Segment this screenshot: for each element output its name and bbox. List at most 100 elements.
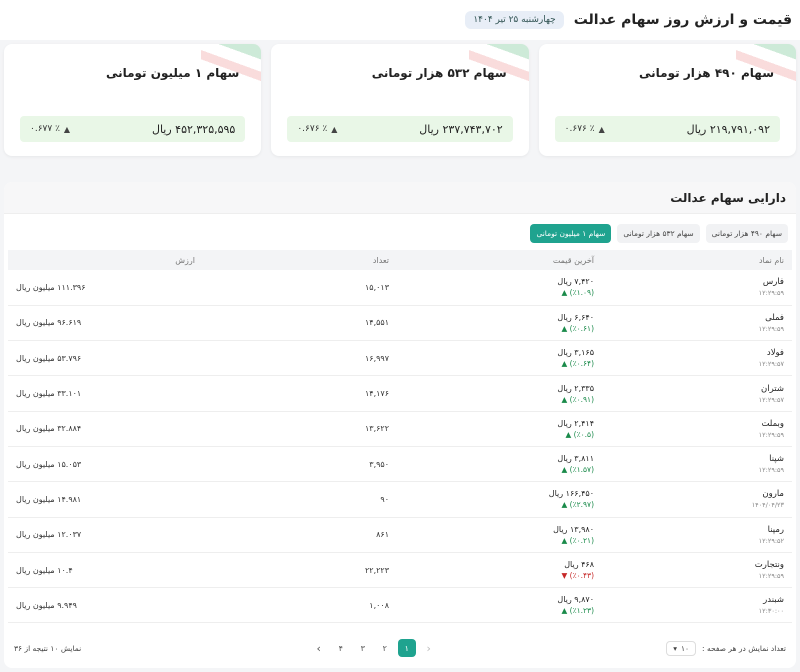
card-532[interactable]: سهام ۵۳۲ هزار تومانی ۲۳۷,۷۴۳,۷۰۲ ریال ▲ … (271, 44, 529, 156)
card-change-value: ٪ ۰.۶۷۶ (297, 124, 328, 134)
symbol-time: ۱۲:۳۰:۰۰ (758, 607, 784, 616)
card-1m[interactable]: سهام ۱ میلیون تومانی ۴۵۲,۳۲۵,۵۹۵ ریال ▲ … (4, 44, 262, 156)
value-cell: ۱۵.۰۵۳ میلیون ریال (8, 446, 207, 483)
card-price: ۴۵۲,۳۲۵,۵۹۵ ریال (151, 122, 236, 136)
up-arrow-icon: ▲ (598, 124, 605, 134)
symbol-cell: وبملت ۱۲:۲۹:۵۹ (602, 411, 792, 447)
header-price[interactable]: آخرین قیمت (397, 250, 602, 270)
tab-1m[interactable]: سهام ۱ میلیون تومانی (530, 224, 612, 243)
page-button[interactable]: ۴ (332, 639, 350, 657)
table-row[interactable]: شبندر ۱۲:۳۰:۰۰ ۹,۸۷۰ ریال (٪۱.۲۳) ▲ ۱,۰۰۸ ۹.۹… (8, 587, 792, 624)
value-cell: ۵۳.۷۹۶ میلیون ریال (8, 340, 207, 377)
card-title: سهام ۴۹۰ هزار تومانی (639, 66, 774, 80)
symbol-name[interactable]: رمپنا (610, 525, 784, 535)
symbol-cell: ونتجارت ۱۲:۲۹:۵۹ (602, 552, 792, 589)
card-price: ۲۳۷,۷۴۳,۷۰۲ ریال (419, 122, 503, 136)
table-row[interactable]: مارون ۱۴۰۴/۰۴/۲۳ ۱۶۶,۴۵۰ ریال (٪۲.۹۷) ▲ ۹۰ ۱۴… (8, 481, 792, 518)
page-button[interactable]: ۳ (354, 639, 372, 657)
page-button-active[interactable]: ۱ (397, 639, 416, 657)
symbol-name[interactable]: فارس (610, 277, 784, 287)
header-count[interactable]: تعداد (207, 250, 397, 270)
symbol-cell: شتران ۱۲:۲۹:۵۷ (602, 375, 792, 412)
card-change: ▲ ٪ ۰.۶۷۶ (297, 124, 337, 134)
price-change: (٪۰.۴۳) ▼ (561, 571, 594, 581)
page-button[interactable]: ۲ (376, 639, 394, 657)
price-change: (٪۱.۵۷) ▲ (561, 465, 594, 475)
table-row[interactable]: فولاد ۱۲:۲۹:۵۷ ۳,۱۶۵ ریال (٪۰.۶۴) ▲ ۱۶,۹۹۷ ۵۳… (8, 340, 792, 377)
count-cell: ۲۲,۲۲۳ (207, 552, 397, 589)
symbol-name[interactable]: فولاد (610, 348, 784, 358)
price-cell: ۲,۳۳۵ ریال (٪۰.۹۱) ▲ (397, 375, 602, 412)
last-price: ۶,۶۴۰ ریال (557, 312, 594, 322)
header-name[interactable]: نام نماد (602, 250, 792, 270)
prev-page-button[interactable]: › (420, 639, 438, 657)
count-cell: ۸۶۱ (207, 517, 397, 553)
last-price: ۱۶۶,۴۵۰ ریال (548, 489, 594, 499)
card-change: ▲ ٪ ۰.۶۷۷ (30, 124, 70, 134)
table-row[interactable]: وبملت ۱۲:۲۹:۵۹ ۲,۴۱۴ ریال (٪۰.۵) ▲ ۱۳,۶۲۲ ۳۲.… (8, 411, 792, 447)
table-row[interactable]: شپنا ۱۲:۲۹:۵۹ ۳,۸۱۱ ریال (٪۱.۵۷) ▲ ۳,۹۵۰ ۱۵.۰… (8, 446, 792, 483)
symbol-name[interactable]: شپنا (610, 454, 784, 464)
card-490[interactable]: سهام ۴۹۰ هزار تومانی ۲۱۹,۷۹۱,۰۹۲ ریال ▲ … (538, 44, 796, 156)
up-arrow-icon: ▲ (63, 124, 71, 134)
date-badge: چهارشنبه ۲۵ تیر ۱۴۰۴ (465, 11, 564, 29)
count-cell: ۹۰ (207, 481, 397, 518)
card-change-value: ٪ ۰.۶۷۷ (30, 124, 60, 134)
table-row[interactable]: فارس ۱۲:۲۹:۵۹ ۷,۴۲۰ ریال (٪۱.۰۹) ▲ ۱۵,۰۱۳ ۱۱۱… (8, 270, 792, 306)
symbol-cell: فملی ۱۲:۲۹:۵۹ (602, 305, 792, 342)
price-cell: ۹,۸۷۰ ریال (٪۱.۲۳) ▲ (397, 587, 602, 624)
price-change: (٪۰.۶۱) ▲ (561, 323, 594, 333)
value-cell: ۱۰.۴ میلیون ریال (8, 552, 207, 589)
card-change: ▲ ٪ ۰.۶۷۶ (565, 124, 605, 134)
symbol-cell: فولاد ۱۲:۲۹:۵۷ (602, 340, 792, 377)
section-header: دارایی سهام عدالت (4, 182, 796, 214)
symbol-name[interactable]: وبملت (610, 419, 784, 429)
value-cell: ۹.۹۴۹ میلیون ریال (8, 587, 207, 624)
table-header-row: نام نماد آخرین قیمت تعداد ارزش (8, 250, 792, 270)
price-cards: سهام ۴۹۰ هزار تومانی ۲۱۹,۷۹۱,۰۹۲ ریال ▲ … (4, 44, 796, 156)
price-cell: ۴۶۸ ریال (٪۰.۴۳) ▼ (397, 552, 602, 589)
price-cell: ۳,۱۶۵ ریال (٪۰.۶۴) ▲ (397, 340, 602, 377)
symbol-cell: شپنا ۱۲:۲۹:۵۹ (602, 446, 792, 483)
table-row[interactable]: فملی ۱۲:۲۹:۵۹ ۶,۶۴۰ ریال (٪۰.۶۱) ▲ ۱۴,۵۵۱ ۹۶.… (8, 305, 792, 342)
symbol-cell: رمپنا ۱۲:۲۹:۵۲ (602, 517, 792, 553)
count-cell: ۱۴,۱۷۶ (207, 375, 397, 412)
card-price-strip: ۴۵۲,۳۲۵,۵۹۵ ریال ▲ ٪ ۰.۶۷۷ (20, 116, 246, 142)
price-change: (٪۱.۰۹) ▲ (561, 288, 594, 298)
symbol-name[interactable]: مارون (610, 489, 784, 499)
value-cell: ۱۱۱.۳۹۶ میلیون ریال (8, 270, 207, 306)
symbol-name[interactable]: شبندر (610, 595, 784, 605)
last-price: ۱۳,۹۸۰ ریال (553, 524, 594, 534)
symbol-time: ۱۲:۲۹:۵۹ (758, 324, 784, 333)
value-cell: ۳۲.۸۸۴ میلیون ریال (8, 411, 207, 447)
table-row[interactable]: شتران ۱۲:۲۹:۵۷ ۲,۳۳۵ ریال (٪۰.۹۱) ▲ ۱۴,۱۷۶ ۳۳… (8, 375, 792, 412)
symbol-name[interactable]: ونتجارت (610, 560, 784, 570)
symbol-time: ۱۲:۲۹:۵۹ (758, 572, 784, 581)
table-body: فارس ۱۲:۲۹:۵۹ ۷,۴۲۰ ریال (٪۱.۰۹) ▲ ۱۵,۰۱۳ ۱۱۱… (8, 270, 792, 624)
count-cell: ۱۳,۶۲۲ (207, 411, 397, 447)
value-cell: ۱۲.۰۳۷ میلیون ریال (8, 517, 207, 553)
symbol-time: ۱۲:۲۹:۵۹ (758, 430, 784, 439)
card-price-strip: ۲۱۹,۷۹۱,۰۹۲ ریال ▲ ٪ ۰.۶۷۶ (554, 116, 780, 142)
table-row[interactable]: رمپنا ۱۲:۲۹:۵۲ ۱۳,۹۸۰ ریال (٪۰.۲۱) ▲ ۸۶۱ ۱۲.۰… (8, 517, 792, 553)
symbol-name[interactable]: فملی (610, 313, 784, 323)
count-cell: ۱۶,۹۹۷ (207, 340, 397, 377)
tab-490[interactable]: سهام ۴۹۰ هزار تومانی (705, 224, 788, 243)
last-price: ۴۶۸ ریال (564, 560, 594, 570)
per-page-select[interactable]: ۱۰ ▾ (666, 640, 697, 656)
price-cell: ۱۶۶,۴۵۰ ریال (٪۲.۹۷) ▲ (397, 481, 602, 518)
per-page-value: ۱۰ (680, 643, 690, 653)
up-arrow-icon: ▲ (331, 124, 338, 134)
price-cell: ۷,۴۲۰ ریال (٪۱.۰۹) ▲ (397, 270, 602, 306)
tab-532[interactable]: سهام ۵۳۲ هزار تومانی (617, 224, 700, 243)
last-price: ۳,۸۱۱ ریال (557, 454, 594, 464)
header-value[interactable]: ارزش (8, 250, 207, 270)
table-row[interactable]: ونتجارت ۱۲:۲۹:۵۹ ۴۶۸ ریال (٪۰.۴۳) ▼ ۲۲,۲۲۳ ۱۰… (8, 552, 792, 589)
price-change: (٪۰.۵) ▲ (565, 429, 595, 439)
assets-table: نام نماد آخرین قیمت تعداد ارزش فارس ۱۲:۲۹… (8, 250, 792, 624)
next-page-button[interactable]: ‹ (310, 639, 328, 657)
card-price: ۲۱۹,۷۹۱,۰۹۲ ریال (686, 122, 770, 136)
price-cell: ۱۳,۹۸۰ ریال (٪۰.۲۱) ▲ (397, 517, 602, 553)
section-title: دارایی سهام عدالت (670, 190, 786, 205)
symbol-name[interactable]: شتران (610, 384, 784, 394)
